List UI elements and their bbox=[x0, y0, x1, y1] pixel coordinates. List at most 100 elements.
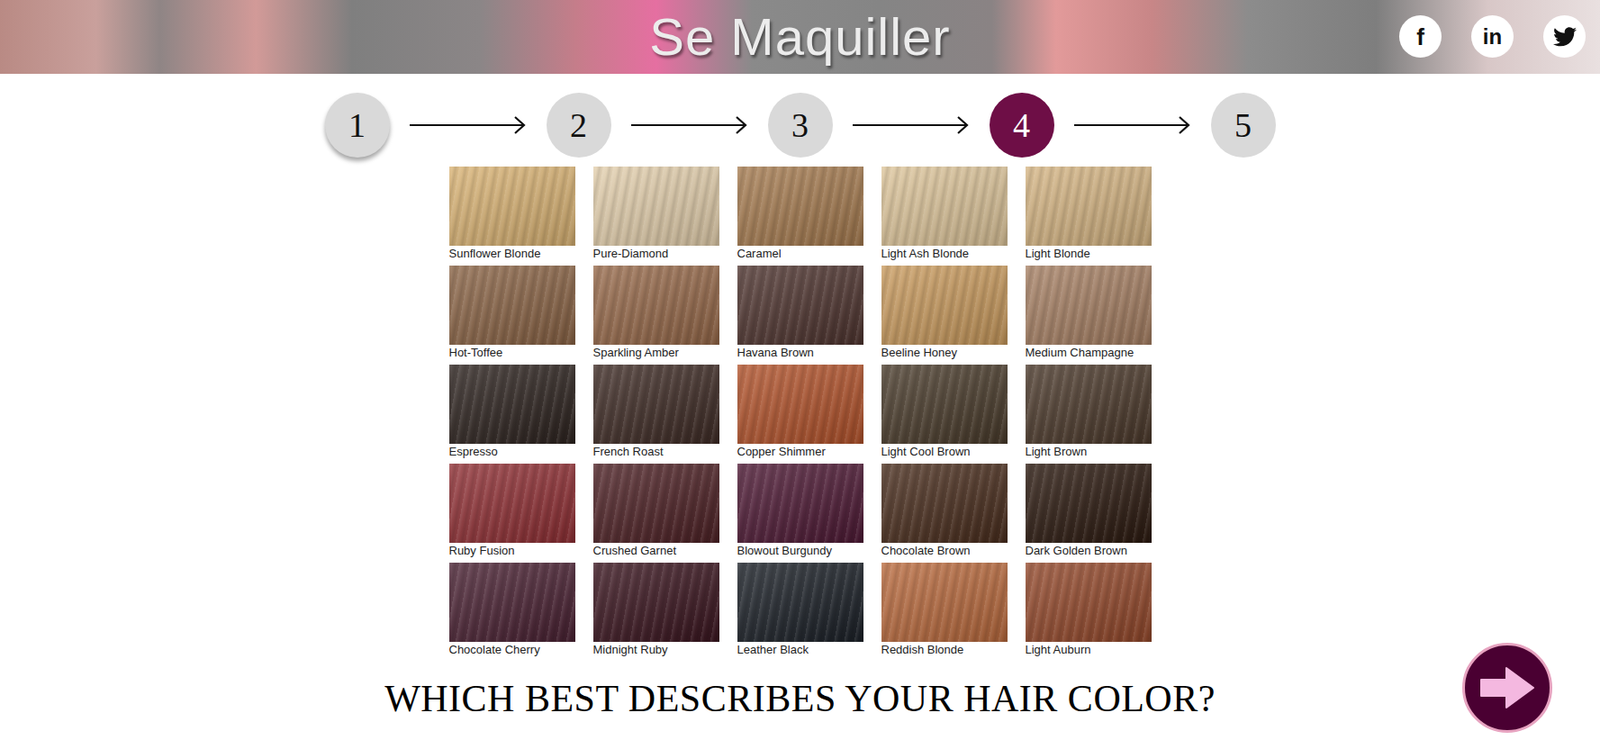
color-label: Ruby Fusion bbox=[449, 542, 576, 560]
color-swatch[interactable] bbox=[737, 463, 864, 543]
hair-color-option[interactable]: Midnight Ruby bbox=[593, 562, 720, 659]
hair-color-option[interactable]: Ruby Fusion bbox=[449, 463, 576, 560]
color-label: Havana Brown bbox=[737, 344, 864, 362]
color-label: Hot-Toffee bbox=[449, 344, 576, 362]
header-banner: Se Maquiller f in bbox=[0, 0, 1600, 74]
step-circle[interactable]: 4 bbox=[989, 92, 1055, 158]
color-swatch[interactable] bbox=[1025, 265, 1152, 345]
step-number: 4 bbox=[1012, 105, 1031, 145]
question-heading: WHICH BEST DESCRIBES YOUR HAIR COLOR? bbox=[0, 676, 1600, 722]
color-swatch[interactable] bbox=[1025, 364, 1152, 444]
social-button[interactable] bbox=[1543, 15, 1586, 58]
color-swatch[interactable] bbox=[449, 562, 576, 642]
hair-color-option[interactable]: Caramel bbox=[737, 166, 864, 263]
color-label: Caramel bbox=[737, 245, 864, 263]
color-label: Light Blonde bbox=[1025, 245, 1152, 263]
color-swatch[interactable] bbox=[593, 562, 720, 642]
hair-color-option[interactable]: Espresso bbox=[449, 364, 576, 461]
color-label: Sunflower Blonde bbox=[449, 245, 576, 263]
hair-color-option[interactable]: Sunflower Blonde bbox=[449, 166, 576, 263]
color-label: Light Auburn bbox=[1025, 641, 1152, 659]
social-label: in bbox=[1482, 26, 1502, 48]
color-swatch[interactable] bbox=[737, 265, 864, 345]
site-title[interactable]: Se Maquiller bbox=[640, 5, 959, 69]
color-label: Chocolate Cherry bbox=[449, 641, 576, 659]
color-label: Pure-Diamond bbox=[593, 245, 720, 263]
hair-color-option[interactable]: Chocolate Cherry bbox=[449, 562, 576, 659]
step-number: 5 bbox=[1234, 105, 1252, 145]
color-swatch[interactable] bbox=[593, 166, 720, 246]
color-label: Leather Black bbox=[737, 641, 864, 659]
step-circle[interactable]: 3 bbox=[768, 92, 833, 158]
hair-color-option[interactable]: Leather Black bbox=[737, 562, 864, 659]
arrow-icon bbox=[852, 114, 970, 136]
color-label: Beeline Honey bbox=[881, 344, 1008, 362]
step-number: 3 bbox=[791, 105, 809, 145]
social-label: f bbox=[1416, 25, 1425, 49]
color-label: Sparkling Amber bbox=[593, 344, 720, 362]
step-circle[interactable]: 1 bbox=[325, 92, 390, 158]
color-swatch[interactable] bbox=[881, 166, 1008, 246]
next-button[interactable] bbox=[1462, 642, 1553, 733]
hair-color-option[interactable]: Havana Brown bbox=[737, 265, 864, 362]
color-swatch[interactable] bbox=[593, 463, 720, 543]
color-swatch[interactable] bbox=[737, 562, 864, 642]
social-button[interactable]: f bbox=[1399, 15, 1442, 58]
right-arrow-icon bbox=[1479, 665, 1536, 711]
step-number: 2 bbox=[569, 105, 588, 145]
color-swatch[interactable] bbox=[737, 166, 864, 246]
hair-color-option[interactable]: Light Brown bbox=[1025, 364, 1152, 461]
color-swatch[interactable] bbox=[737, 364, 864, 444]
hair-color-option[interactable]: Chocolate Brown bbox=[881, 463, 1008, 560]
color-swatch[interactable] bbox=[881, 265, 1008, 345]
color-label: Light Ash Blonde bbox=[881, 245, 1008, 263]
arrow-icon bbox=[631, 114, 749, 136]
step-circle[interactable]: 5 bbox=[1211, 92, 1276, 158]
hair-color-option[interactable]: Copper Shimmer bbox=[737, 364, 864, 461]
color-swatch[interactable] bbox=[449, 265, 576, 345]
hair-color-option[interactable]: Beeline Honey bbox=[881, 265, 1008, 362]
arrow-icon bbox=[1074, 114, 1192, 136]
hair-color-option[interactable]: Reddish Blonde bbox=[881, 562, 1008, 659]
color-swatch[interactable] bbox=[1025, 562, 1152, 642]
color-label: Chocolate Brown bbox=[881, 542, 1008, 560]
hair-color-option[interactable]: Light Ash Blonde bbox=[881, 166, 1008, 263]
hair-color-option[interactable]: Pure-Diamond bbox=[593, 166, 720, 263]
color-swatch[interactable] bbox=[881, 463, 1008, 543]
hair-color-option[interactable]: Crushed Garnet bbox=[593, 463, 720, 560]
color-label: Light Brown bbox=[1025, 443, 1152, 461]
color-swatch[interactable] bbox=[593, 265, 720, 345]
arrow-icon bbox=[409, 114, 527, 136]
color-label: Copper Shimmer bbox=[737, 443, 864, 461]
color-swatch[interactable] bbox=[593, 364, 720, 444]
color-swatch[interactable] bbox=[449, 463, 576, 543]
color-swatch[interactable] bbox=[449, 166, 576, 246]
color-label: Crushed Garnet bbox=[593, 542, 720, 560]
hair-color-option[interactable]: Medium Champagne bbox=[1025, 265, 1152, 362]
color-label: Reddish Blonde bbox=[881, 641, 1008, 659]
color-swatch[interactable] bbox=[449, 364, 576, 444]
step-circle[interactable]: 2 bbox=[546, 92, 612, 158]
hair-color-option[interactable]: French Roast bbox=[593, 364, 720, 461]
color-swatch[interactable] bbox=[1025, 463, 1152, 543]
social-button[interactable]: in bbox=[1471, 15, 1514, 58]
hair-color-option[interactable]: Light Blonde bbox=[1025, 166, 1152, 263]
color-swatch[interactable] bbox=[881, 364, 1008, 444]
color-label: Midnight Ruby bbox=[593, 641, 720, 659]
progress-steps: 1 2 3 4 5 bbox=[0, 92, 1600, 158]
color-label: Medium Champagne bbox=[1025, 344, 1152, 362]
color-swatch[interactable] bbox=[881, 562, 1008, 642]
hair-color-option[interactable]: Dark Golden Brown bbox=[1025, 463, 1152, 560]
color-swatch[interactable] bbox=[1025, 166, 1152, 246]
hair-color-option[interactable]: Hot-Toffee bbox=[449, 265, 576, 362]
hair-color-option[interactable]: Light Auburn bbox=[1025, 562, 1152, 659]
step-number: 1 bbox=[348, 105, 366, 145]
social-links: f in bbox=[1399, 15, 1586, 58]
color-label: Dark Golden Brown bbox=[1025, 542, 1152, 560]
color-label: French Roast bbox=[593, 443, 720, 461]
hair-color-option[interactable]: Light Cool Brown bbox=[881, 364, 1008, 461]
hair-color-option[interactable]: Sparkling Amber bbox=[593, 265, 720, 362]
hair-color-option[interactable]: Blowout Burgundy bbox=[737, 463, 864, 560]
bird-icon bbox=[1553, 27, 1577, 47]
color-label: Light Cool Brown bbox=[881, 443, 1008, 461]
